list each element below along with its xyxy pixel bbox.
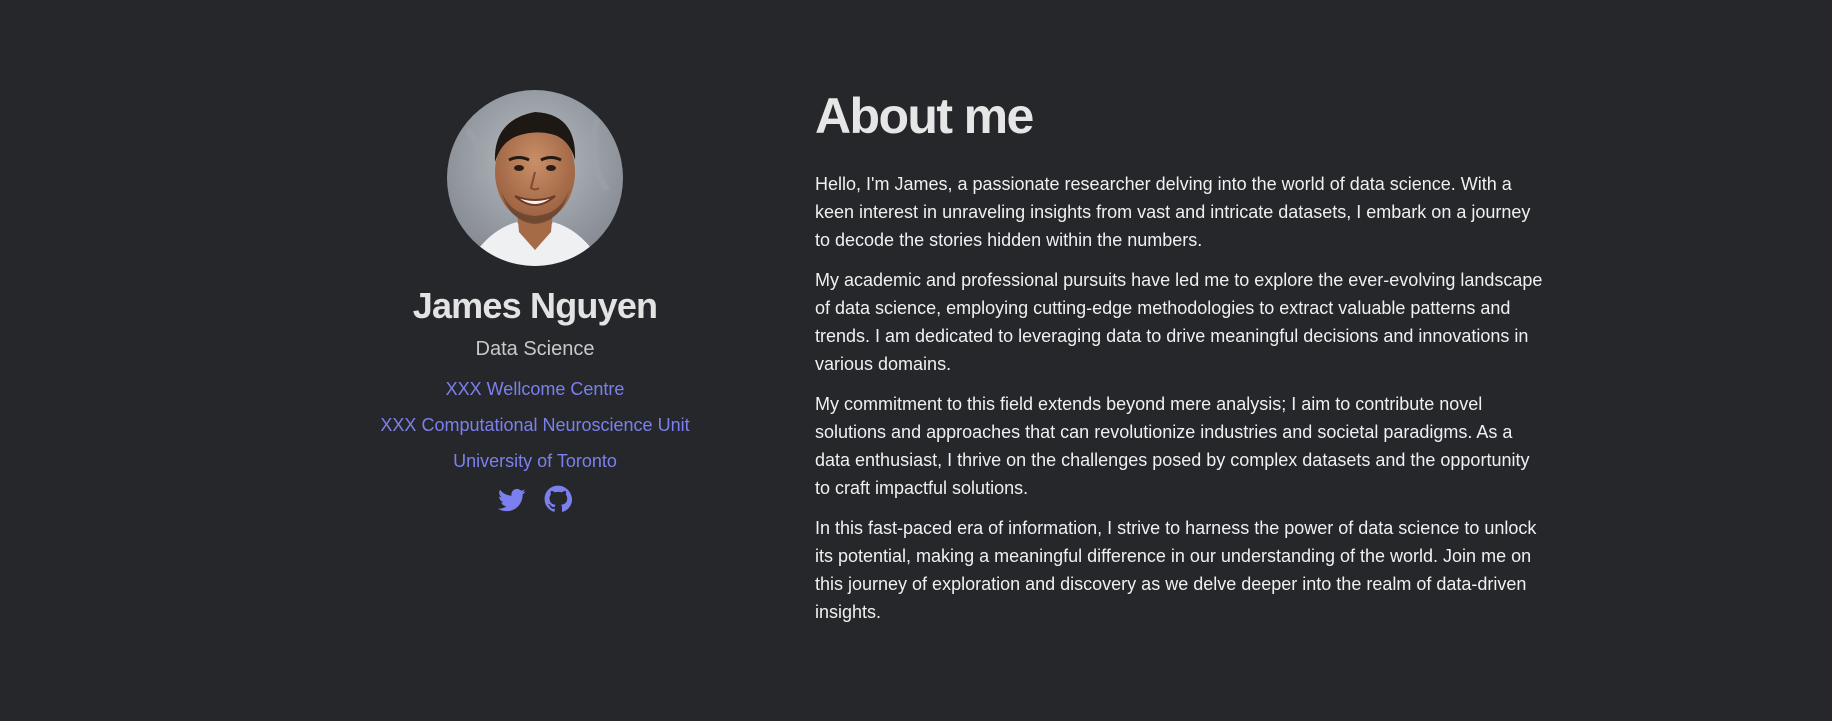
github-link[interactable]	[543, 484, 573, 514]
profile-name: James Nguyen	[412, 285, 658, 326]
affiliation-link-neuroscience-unit[interactable]: XXX Computational Neuroscience Unit	[380, 414, 689, 436]
about-paragraph-2: My academic and professional pursuits ha…	[815, 270, 1543, 374]
github-icon	[544, 485, 572, 512]
page: James Nguyen Data Science XXX Wellcome C…	[0, 0, 1832, 721]
about-paragraph-4: In this fast-paced era of information, I…	[815, 518, 1537, 622]
about-body: Hello, I'm James, a passionate researche…	[815, 170, 1543, 626]
affiliation-link-university[interactable]: University of Toronto	[453, 450, 617, 472]
avatar	[447, 90, 623, 266]
twitter-icon	[498, 488, 526, 512]
profile-sidebar: James Nguyen Data Science XXX Wellcome C…	[335, 90, 735, 514]
about-section: About me Hello, I'm James, a passionate …	[815, 84, 1543, 638]
about-title: About me	[815, 88, 1034, 144]
about-paragraph-1: Hello, I'm James, a passionate researche…	[815, 174, 1531, 250]
portrait-photo	[447, 90, 623, 266]
affiliation-link-wellcome-centre[interactable]: XXX Wellcome Centre	[446, 378, 625, 400]
social-links	[497, 484, 573, 514]
affiliation-list: XXX Wellcome Centre XXX Computational Ne…	[380, 378, 689, 486]
twitter-link[interactable]	[497, 484, 527, 514]
about-paragraph-3: My commitment to this field extends beyo…	[815, 394, 1530, 498]
profile-role: Data Science	[475, 338, 595, 360]
